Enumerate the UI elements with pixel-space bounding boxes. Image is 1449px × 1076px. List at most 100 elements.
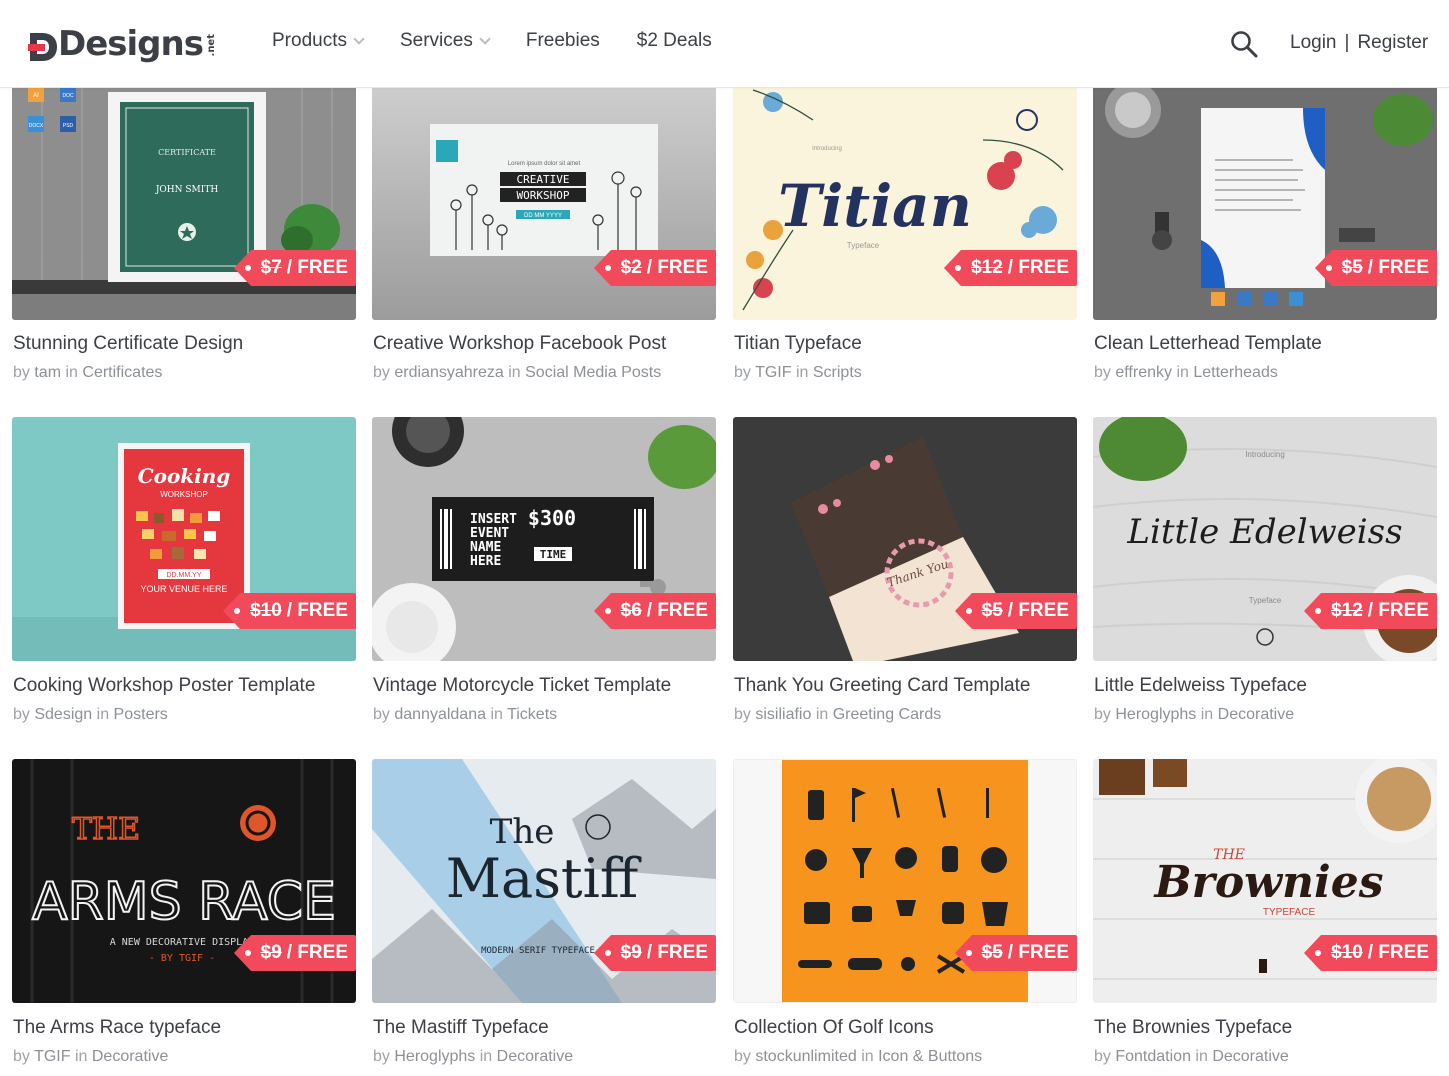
author-link[interactable]: Sdesign bbox=[34, 706, 92, 723]
in-label: in bbox=[861, 1048, 874, 1065]
author-link[interactable]: Heroglyphs bbox=[394, 1048, 475, 1065]
product-title[interactable]: The Arms Race typeface bbox=[13, 1017, 221, 1039]
product-title[interactable]: Thank You Greeting Card Template bbox=[734, 675, 1030, 697]
nav-services-label: Services bbox=[399, 30, 473, 51]
product-title[interactable]: Collection Of Golf Icons bbox=[734, 1017, 934, 1039]
product-title[interactable]: Creative Workshop Facebook Post bbox=[373, 333, 666, 355]
product-title[interactable]: Stunning Certificate Design bbox=[13, 333, 243, 355]
thumb-text: Introducing bbox=[812, 146, 842, 152]
category-link[interactable]: Decorative bbox=[497, 1048, 573, 1065]
old-price: $10 bbox=[250, 600, 282, 621]
product-meta: by TGIF in Decorative bbox=[13, 1048, 168, 1066]
category-link[interactable]: Scripts bbox=[813, 364, 862, 381]
author-link[interactable]: stockunlimited bbox=[755, 1048, 856, 1065]
old-price: $2 bbox=[620, 257, 642, 278]
thumb-text: Little Edelweiss bbox=[1126, 512, 1402, 552]
product-meta: by Sdesign in Posters bbox=[13, 706, 168, 724]
author-link[interactable]: dannyaldana bbox=[394, 706, 486, 723]
chevron-down-icon bbox=[479, 33, 491, 45]
price-tag: $6 / FREE bbox=[593, 593, 716, 629]
author-link[interactable]: effrenky bbox=[1115, 364, 1172, 381]
product-meta: by erdiansyahreza in Social Media Posts bbox=[373, 364, 661, 382]
old-price: $10 bbox=[1331, 942, 1363, 963]
product-meta: by dannyaldana in Tickets bbox=[373, 706, 557, 724]
old-price: $9 bbox=[620, 942, 642, 963]
file-badge: DOCX bbox=[29, 123, 44, 129]
product-title[interactable]: Little Edelweiss Typeface bbox=[1094, 675, 1307, 697]
by-label: by bbox=[734, 706, 751, 723]
nav-products-label: Products bbox=[272, 30, 347, 51]
thumb-text: YOUR VENUE HERE bbox=[140, 584, 227, 594]
search-icon[interactable] bbox=[1230, 30, 1258, 58]
nav-services[interactable]: Services bbox=[399, 30, 491, 52]
nav-products[interactable]: Products bbox=[272, 30, 365, 52]
category-link[interactable]: Posters bbox=[114, 706, 168, 723]
category-link[interactable]: Greeting Cards bbox=[833, 706, 942, 723]
file-badge: AI bbox=[33, 93, 39, 99]
author-link[interactable]: Heroglyphs bbox=[1115, 706, 1196, 723]
by-label: by bbox=[1094, 1048, 1111, 1065]
in-label: in bbox=[490, 706, 503, 723]
auth-separator: | bbox=[1344, 32, 1350, 53]
old-price: $12 bbox=[1331, 600, 1363, 621]
file-badge: DOC bbox=[62, 93, 74, 99]
price-tag: $5 / FREE bbox=[954, 593, 1077, 629]
product-title[interactable]: The Brownies Typeface bbox=[1094, 1017, 1292, 1039]
thumb-text: NAME bbox=[470, 540, 501, 555]
product-meta: by tam in Certificates bbox=[13, 364, 162, 382]
author-link[interactable]: tam bbox=[34, 364, 61, 381]
site-logo[interactable]: Designs .net bbox=[28, 20, 217, 64]
old-price: $7 bbox=[260, 257, 282, 278]
old-price: $5 bbox=[1341, 257, 1363, 278]
category-link[interactable]: Decorative bbox=[92, 1048, 168, 1065]
in-label: in bbox=[1200, 706, 1214, 723]
nav-deals[interactable]: $2 Deals bbox=[637, 30, 712, 52]
nav-freebies[interactable]: Freebies bbox=[526, 30, 600, 52]
thumb-text: HERE bbox=[470, 554, 501, 569]
file-badge: PSD bbox=[63, 123, 74, 129]
category-link[interactable]: Icon & Buttons bbox=[878, 1048, 982, 1065]
in-label: in bbox=[815, 706, 829, 723]
product-title[interactable]: Clean Letterhead Template bbox=[1094, 333, 1322, 355]
thumb-text: EVENT bbox=[470, 526, 509, 541]
product-meta: by TGIF in Scripts bbox=[734, 364, 862, 382]
thumb-text: JOHN SMITH bbox=[155, 185, 219, 195]
category-link[interactable]: Letterheads bbox=[1193, 364, 1278, 381]
by-label: by bbox=[1094, 706, 1111, 723]
category-link[interactable]: Decorative bbox=[1218, 706, 1294, 723]
login-link[interactable]: Login bbox=[1290, 32, 1337, 54]
register-link[interactable]: Register bbox=[1357, 32, 1428, 54]
old-price: $9 bbox=[260, 942, 282, 963]
category-link[interactable]: Social Media Posts bbox=[525, 364, 661, 381]
product-title[interactable]: Vintage Motorcycle Ticket Template bbox=[373, 675, 671, 697]
nav-deals-label: $2 Deals bbox=[636, 30, 712, 51]
thumb-text: A NEW DECORATIVE DISPLAY bbox=[110, 937, 255, 948]
logo-suffix: .net bbox=[205, 33, 217, 56]
category-link[interactable]: Tickets bbox=[507, 706, 557, 723]
author-link[interactable]: erdiansyahreza bbox=[394, 364, 503, 381]
thumb-text: THE bbox=[72, 812, 140, 847]
category-link[interactable]: Decorative bbox=[1212, 1048, 1288, 1065]
price-label: / FREE bbox=[646, 257, 708, 278]
site-header: Designs .net Products Services Freebies … bbox=[0, 0, 1449, 88]
author-link[interactable]: Fontdation bbox=[1115, 1048, 1191, 1065]
by-label: by bbox=[373, 706, 390, 723]
category-link[interactable]: Certificates bbox=[82, 364, 162, 381]
thumb-text: ARMS RACE bbox=[32, 872, 336, 932]
product-meta: by effrenky in Letterheads bbox=[1094, 364, 1278, 382]
nav-freebies-label: Freebies bbox=[525, 30, 600, 51]
thumb-text: Typeface bbox=[847, 241, 880, 250]
author-link[interactable]: TGIF bbox=[755, 364, 791, 381]
product-title[interactable]: Cooking Workshop Poster Template bbox=[13, 675, 315, 697]
author-link[interactable]: TGIF bbox=[34, 1048, 70, 1065]
thumb-text: CERTIFICATE bbox=[158, 148, 216, 157]
price-tag: $10 / FREE bbox=[1304, 935, 1437, 971]
price-label: / FREE bbox=[1367, 600, 1429, 621]
author-link[interactable]: sisiliafio bbox=[755, 706, 811, 723]
thumb-text: TIME bbox=[540, 548, 567, 561]
product-title[interactable]: The Mastiff Typeface bbox=[373, 1017, 549, 1039]
thumb-text: Lorem ipsum dolor sit amet bbox=[508, 161, 581, 167]
price-label: / FREE bbox=[286, 942, 348, 963]
main-nav: Products Services Freebies $2 Deals bbox=[272, 30, 749, 52]
product-title[interactable]: Titian Typeface bbox=[734, 333, 862, 355]
